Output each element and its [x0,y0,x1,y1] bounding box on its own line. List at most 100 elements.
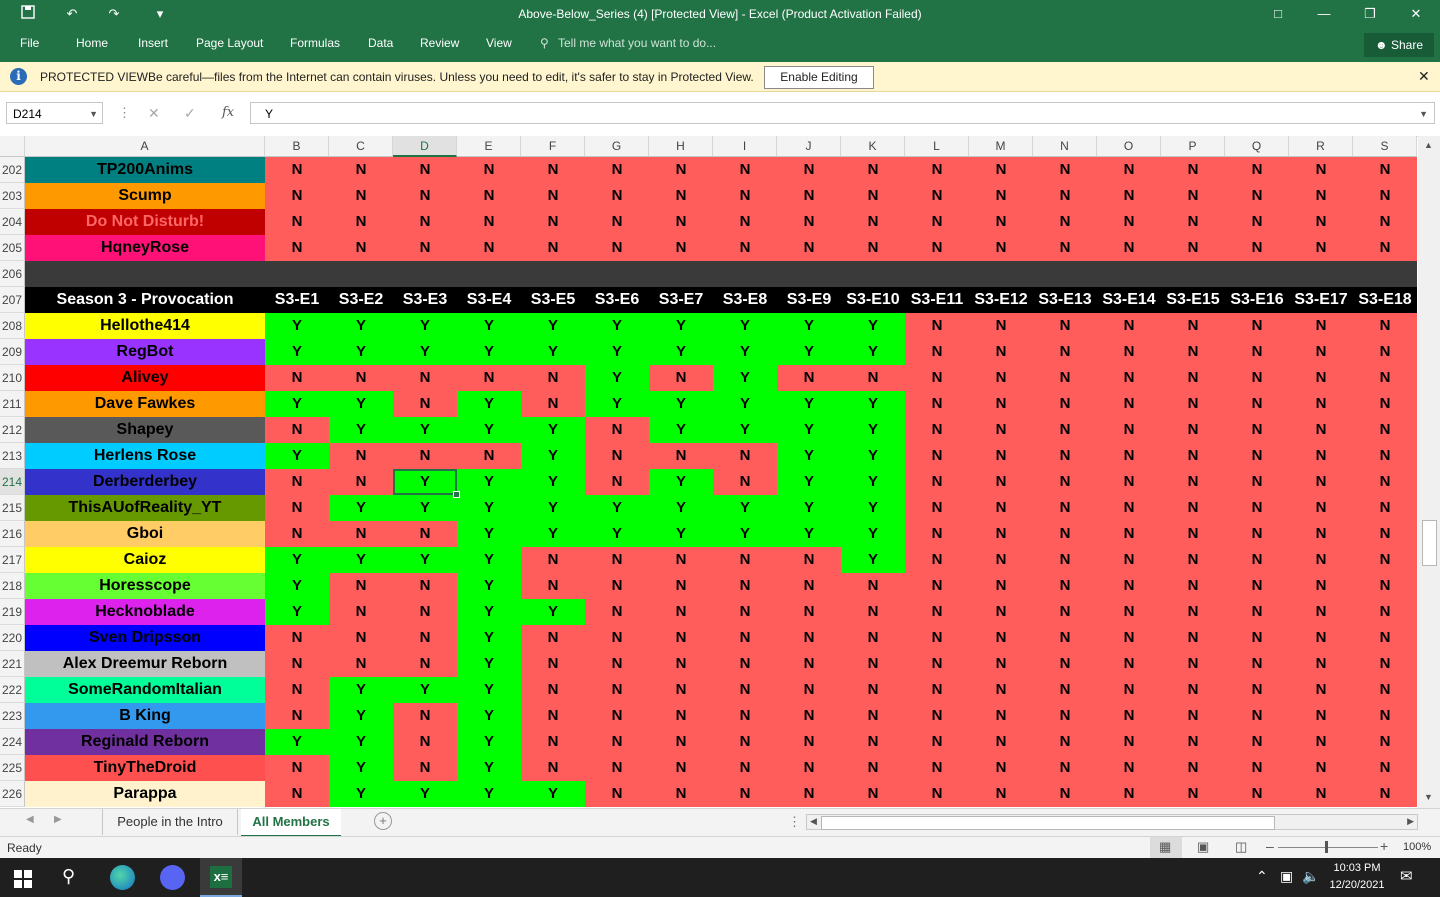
attendance-cell[interactable]: N [649,235,713,261]
attendance-cell[interactable]: N [713,157,777,183]
column-header-b[interactable]: B [265,136,329,157]
row-header-210[interactable]: 210 [0,365,25,391]
attendance-cell[interactable]: N [1097,651,1161,677]
attendance-cell[interactable]: N [969,157,1033,183]
attendance-cell[interactable]: N [1353,703,1417,729]
episode-header-cell[interactable]: S3-E1 [265,287,329,313]
attendance-cell[interactable]: N [1289,521,1353,547]
attendance-cell[interactable]: N [777,755,841,781]
attendance-cell[interactable]: N [1033,651,1097,677]
attendance-cell[interactable]: Y [393,781,457,807]
attendance-cell[interactable]: Y [649,469,713,495]
attendance-cell[interactable]: N [329,599,393,625]
attendance-cell[interactable]: N [649,625,713,651]
attendance-cell[interactable]: N [1033,235,1097,261]
attendance-cell[interactable]: N [1161,651,1225,677]
attendance-cell[interactable]: N [777,599,841,625]
attendance-cell[interactable]: N [265,651,329,677]
column-header-o[interactable]: O [1097,136,1161,157]
attendance-cell[interactable]: N [777,365,841,391]
attendance-cell[interactable]: N [1225,157,1289,183]
attendance-cell[interactable]: N [1161,625,1225,651]
attendance-cell[interactable]: N [1097,521,1161,547]
row-header-204[interactable]: 204 [0,209,25,235]
attendance-cell[interactable]: N [1161,365,1225,391]
attendance-cell[interactable]: N [713,183,777,209]
column-header-s[interactable]: S [1353,136,1417,157]
attendance-cell[interactable]: Y [713,313,777,339]
attendance-cell[interactable]: N [905,703,969,729]
horizontal-scroll-thumb[interactable] [821,816,1275,830]
volume-icon[interactable]: 🔈 [1302,868,1319,885]
attendance-cell[interactable]: N [393,573,457,599]
attendance-cell[interactable]: Y [265,443,329,469]
attendance-cell[interactable]: Y [329,417,393,443]
select-all-corner[interactable] [0,136,25,157]
formula-input[interactable]: Y ▼ [250,102,1435,124]
attendance-cell[interactable]: Y [841,417,905,443]
attendance-cell[interactable]: N [1097,729,1161,755]
episode-header-cell[interactable]: S3-E11 [905,287,969,313]
attendance-cell[interactable]: Y [713,391,777,417]
attendance-cell[interactable]: N [969,599,1033,625]
attendance-cell[interactable]: Y [713,495,777,521]
column-header-g[interactable]: G [585,136,649,157]
attendance-cell[interactable]: N [713,755,777,781]
attendance-cell[interactable]: N [777,183,841,209]
attendance-cell[interactable]: Y [329,729,393,755]
attendance-cell[interactable]: N [1353,365,1417,391]
attendance-cell[interactable]: N [1289,703,1353,729]
attendance-cell[interactable]: N [1289,677,1353,703]
column-header-c[interactable]: C [329,136,393,157]
attendance-cell[interactable]: N [265,209,329,235]
row-header-216[interactable]: 216 [0,521,25,547]
attendance-cell[interactable]: N [329,521,393,547]
attendance-cell[interactable]: N [841,235,905,261]
attendance-cell[interactable]: Y [585,521,649,547]
attendance-cell[interactable]: N [1353,391,1417,417]
attendance-cell[interactable]: N [1289,495,1353,521]
attendance-cell[interactable]: N [713,599,777,625]
attendance-cell[interactable]: N [905,339,969,365]
attendance-cell[interactable]: N [841,183,905,209]
attendance-cell[interactable]: Y [457,339,521,365]
attendance-cell[interactable]: Y [457,573,521,599]
attendance-cell[interactable]: Y [649,313,713,339]
attendance-cell[interactable]: N [1225,391,1289,417]
attendance-cell[interactable]: Y [329,313,393,339]
attendance-cell[interactable]: N [905,235,969,261]
attendance-cell[interactable]: N [393,755,457,781]
attendance-cell[interactable]: N [841,781,905,807]
attendance-cell[interactable]: N [393,703,457,729]
attendance-cell[interactable]: N [585,573,649,599]
attendance-cell[interactable]: N [841,599,905,625]
attendance-cell[interactable]: Y [265,339,329,365]
attendance-cell[interactable]: Y [521,599,585,625]
share-button[interactable]: ☻ Share [1364,33,1434,57]
attendance-cell[interactable]: N [905,677,969,703]
member-name-cell[interactable]: Do Not Disturb! [25,209,265,235]
attendance-cell[interactable]: N [265,625,329,651]
attendance-cell[interactable]: N [329,443,393,469]
attendance-cell[interactable]: N [1033,365,1097,391]
attendance-cell[interactable]: N [713,781,777,807]
attendance-cell[interactable]: N [1353,339,1417,365]
attendance-cell[interactable]: N [969,651,1033,677]
column-header-f[interactable]: F [521,136,585,157]
tab-split-icon[interactable]: ⋮ [788,814,801,830]
attendance-cell[interactable]: Y [521,781,585,807]
attendance-cell[interactable]: N [585,755,649,781]
sheet-tab-people-in-intro[interactable]: People in the Intro [102,809,238,835]
row-header-205[interactable]: 205 [0,235,25,261]
attendance-cell[interactable]: Y [329,677,393,703]
row-header-219[interactable]: 219 [0,599,25,625]
attendance-cell[interactable]: Y [329,391,393,417]
attendance-cell[interactable]: N [1225,651,1289,677]
attendance-cell[interactable]: Y [393,469,457,495]
member-name-cell[interactable]: Sven Dripsson [25,625,265,651]
attendance-cell[interactable]: Y [393,547,457,573]
attendance-cell[interactable]: N [1353,469,1417,495]
attendance-cell[interactable]: N [585,183,649,209]
attendance-cell[interactable]: Y [457,625,521,651]
member-name-cell[interactable]: HqneyRose [25,235,265,261]
